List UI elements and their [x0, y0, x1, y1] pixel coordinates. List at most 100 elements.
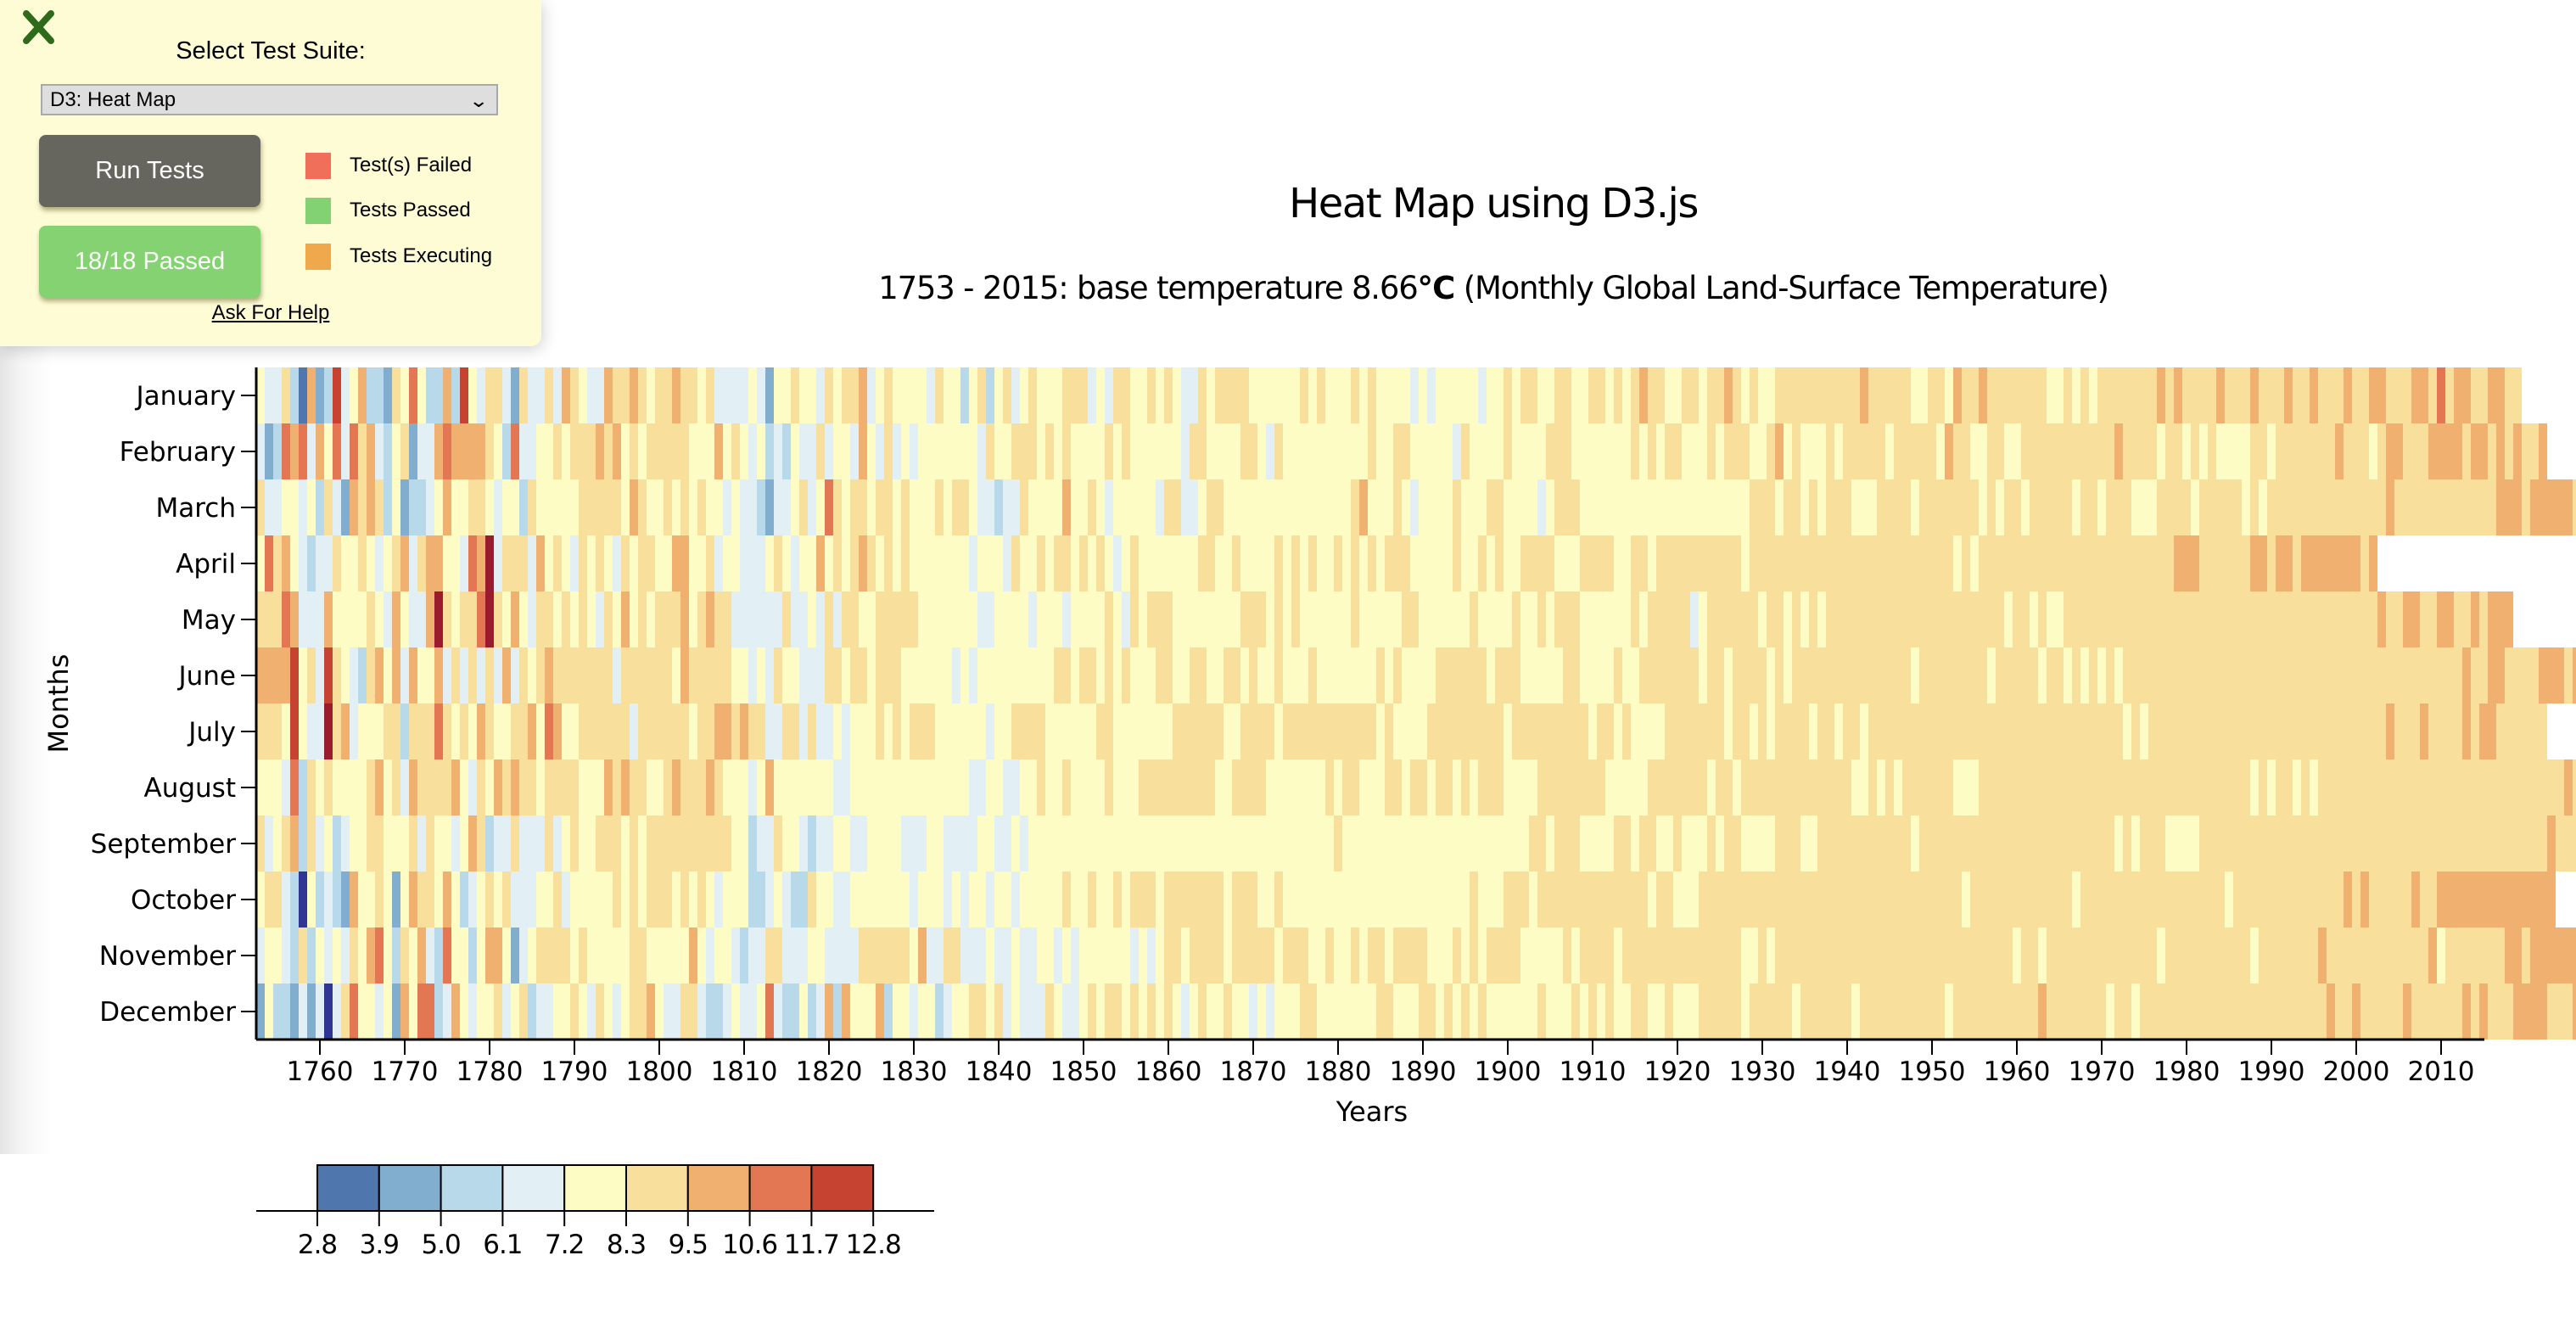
heatmap-cell[interactable]	[579, 647, 587, 703]
heatmap-cell[interactable]	[1648, 647, 1656, 703]
heatmap-cell[interactable]	[977, 535, 986, 591]
heatmap-cell[interactable]	[1028, 928, 1037, 984]
heatmap-cell[interactable]	[1096, 928, 1105, 984]
heatmap-cell[interactable]	[2064, 367, 2072, 423]
heatmap-cell[interactable]	[1325, 591, 1334, 647]
heatmap-cell[interactable]	[1597, 647, 1605, 703]
heatmap-cell[interactable]	[1673, 984, 1682, 1040]
heatmap-cell[interactable]	[1224, 815, 1232, 871]
heatmap-cell[interactable]	[511, 871, 519, 928]
heatmap-cell[interactable]	[672, 479, 680, 535]
heatmap-cell[interactable]	[638, 815, 647, 871]
heatmap-cell[interactable]	[893, 367, 901, 423]
heatmap-cell[interactable]	[791, 815, 799, 871]
heatmap-cell[interactable]	[1588, 759, 1597, 815]
heatmap-cell[interactable]	[808, 535, 816, 591]
heatmap-cell[interactable]	[1266, 871, 1274, 928]
heatmap-cell[interactable]	[1215, 647, 1224, 703]
heatmap-cell[interactable]	[1436, 479, 1444, 535]
heatmap-cell[interactable]	[2140, 591, 2148, 647]
heatmap-cell[interactable]	[1190, 815, 1198, 871]
heatmap-cell[interactable]	[528, 703, 536, 759]
heatmap-cell[interactable]	[1724, 984, 1733, 1040]
heatmap-cell[interactable]	[1868, 759, 1877, 815]
heatmap-cell[interactable]	[910, 928, 918, 984]
heatmap-cell[interactable]	[1885, 423, 1894, 479]
heatmap-cell[interactable]	[960, 815, 969, 871]
heatmap-cell[interactable]	[2191, 928, 2199, 984]
heatmap-cell[interactable]	[1054, 591, 1062, 647]
heatmap-cell[interactable]	[2259, 759, 2267, 815]
heatmap-cell[interactable]	[842, 479, 850, 535]
heatmap-cell[interactable]	[1054, 535, 1062, 591]
heatmap-cell[interactable]	[1716, 647, 1724, 703]
heatmap-cell[interactable]	[927, 479, 935, 535]
heatmap-cell[interactable]	[1198, 703, 1207, 759]
heatmap-cell[interactable]	[367, 759, 375, 815]
heatmap-cell[interactable]	[2471, 647, 2479, 703]
heatmap-cell[interactable]	[901, 535, 910, 591]
heatmap-cell[interactable]	[969, 367, 977, 423]
heatmap-cell[interactable]	[944, 479, 952, 535]
heatmap-cell[interactable]	[2420, 815, 2428, 871]
heatmap-cell[interactable]	[748, 535, 757, 591]
heatmap-cell[interactable]	[1198, 423, 1207, 479]
heatmap-cell[interactable]	[1207, 479, 1215, 535]
heatmap-cell[interactable]	[1062, 367, 1071, 423]
heatmap-cell[interactable]	[893, 871, 901, 928]
heatmap-cell[interactable]	[392, 423, 400, 479]
heatmap-cell[interactable]	[1809, 759, 1817, 815]
heatmap-cell[interactable]	[1868, 591, 1877, 647]
heatmap-cell[interactable]	[2038, 647, 2047, 703]
heatmap-cell[interactable]	[2267, 591, 2276, 647]
heatmap-cell[interactable]	[613, 535, 621, 591]
heatmap-cell[interactable]	[1283, 815, 1291, 871]
heatmap-cell[interactable]	[2505, 591, 2513, 647]
heatmap-cell[interactable]	[1860, 871, 1868, 928]
heatmap-cell[interactable]	[723, 423, 731, 479]
heatmap-cell[interactable]	[1690, 479, 1699, 535]
heatmap-cell[interactable]	[434, 984, 443, 1040]
heatmap-cell[interactable]	[2437, 647, 2445, 703]
heatmap-cell[interactable]	[664, 423, 672, 479]
heatmap-cell[interactable]	[1461, 479, 1470, 535]
heatmap-cell[interactable]	[1504, 815, 1512, 871]
heatmap-cell[interactable]	[757, 703, 765, 759]
heatmap-cell[interactable]	[774, 535, 782, 591]
heatmap-cell[interactable]	[536, 647, 545, 703]
heatmap-cell[interactable]	[1113, 871, 1122, 928]
heatmap-cell[interactable]	[1402, 367, 1410, 423]
heatmap-cell[interactable]	[350, 871, 358, 928]
heatmap-cell[interactable]	[494, 647, 502, 703]
heatmap-cell[interactable]	[1945, 535, 1953, 591]
heatmap-cell[interactable]	[2157, 647, 2165, 703]
heatmap-cell[interactable]	[282, 984, 290, 1040]
heatmap-cell[interactable]	[1224, 984, 1232, 1040]
heatmap-cell[interactable]	[859, 423, 867, 479]
heatmap-cell[interactable]	[655, 984, 664, 1040]
heatmap-cell[interactable]	[647, 871, 655, 928]
heatmap-cell[interactable]	[876, 591, 884, 647]
heatmap-cell[interactable]	[1453, 703, 1461, 759]
heatmap-cell[interactable]	[1953, 367, 1962, 423]
heatmap-cell[interactable]	[2047, 871, 2055, 928]
heatmap-cell[interactable]	[2352, 423, 2360, 479]
heatmap-cell[interactable]	[2267, 479, 2276, 535]
heatmap-cell[interactable]	[1792, 535, 1800, 591]
heatmap-cell[interactable]	[1563, 423, 1571, 479]
heatmap-cell[interactable]	[986, 535, 994, 591]
heatmap-cell[interactable]	[1130, 871, 1139, 928]
heatmap-cell[interactable]	[2496, 871, 2505, 928]
heatmap-cell[interactable]	[1291, 423, 1300, 479]
heatmap-cell[interactable]	[307, 703, 316, 759]
heatmap-cell[interactable]	[2250, 871, 2259, 928]
heatmap-cell[interactable]	[2556, 479, 2564, 535]
heatmap-cell[interactable]	[1682, 591, 1690, 647]
heatmap-cell[interactable]	[2225, 423, 2233, 479]
heatmap-cell[interactable]	[2564, 815, 2573, 871]
heatmap-cell[interactable]	[358, 647, 367, 703]
heatmap-cell[interactable]	[1665, 647, 1673, 703]
heatmap-cell[interactable]	[426, 928, 434, 984]
heatmap-cell[interactable]	[2191, 815, 2199, 871]
heatmap-cell[interactable]	[1207, 984, 1215, 1040]
